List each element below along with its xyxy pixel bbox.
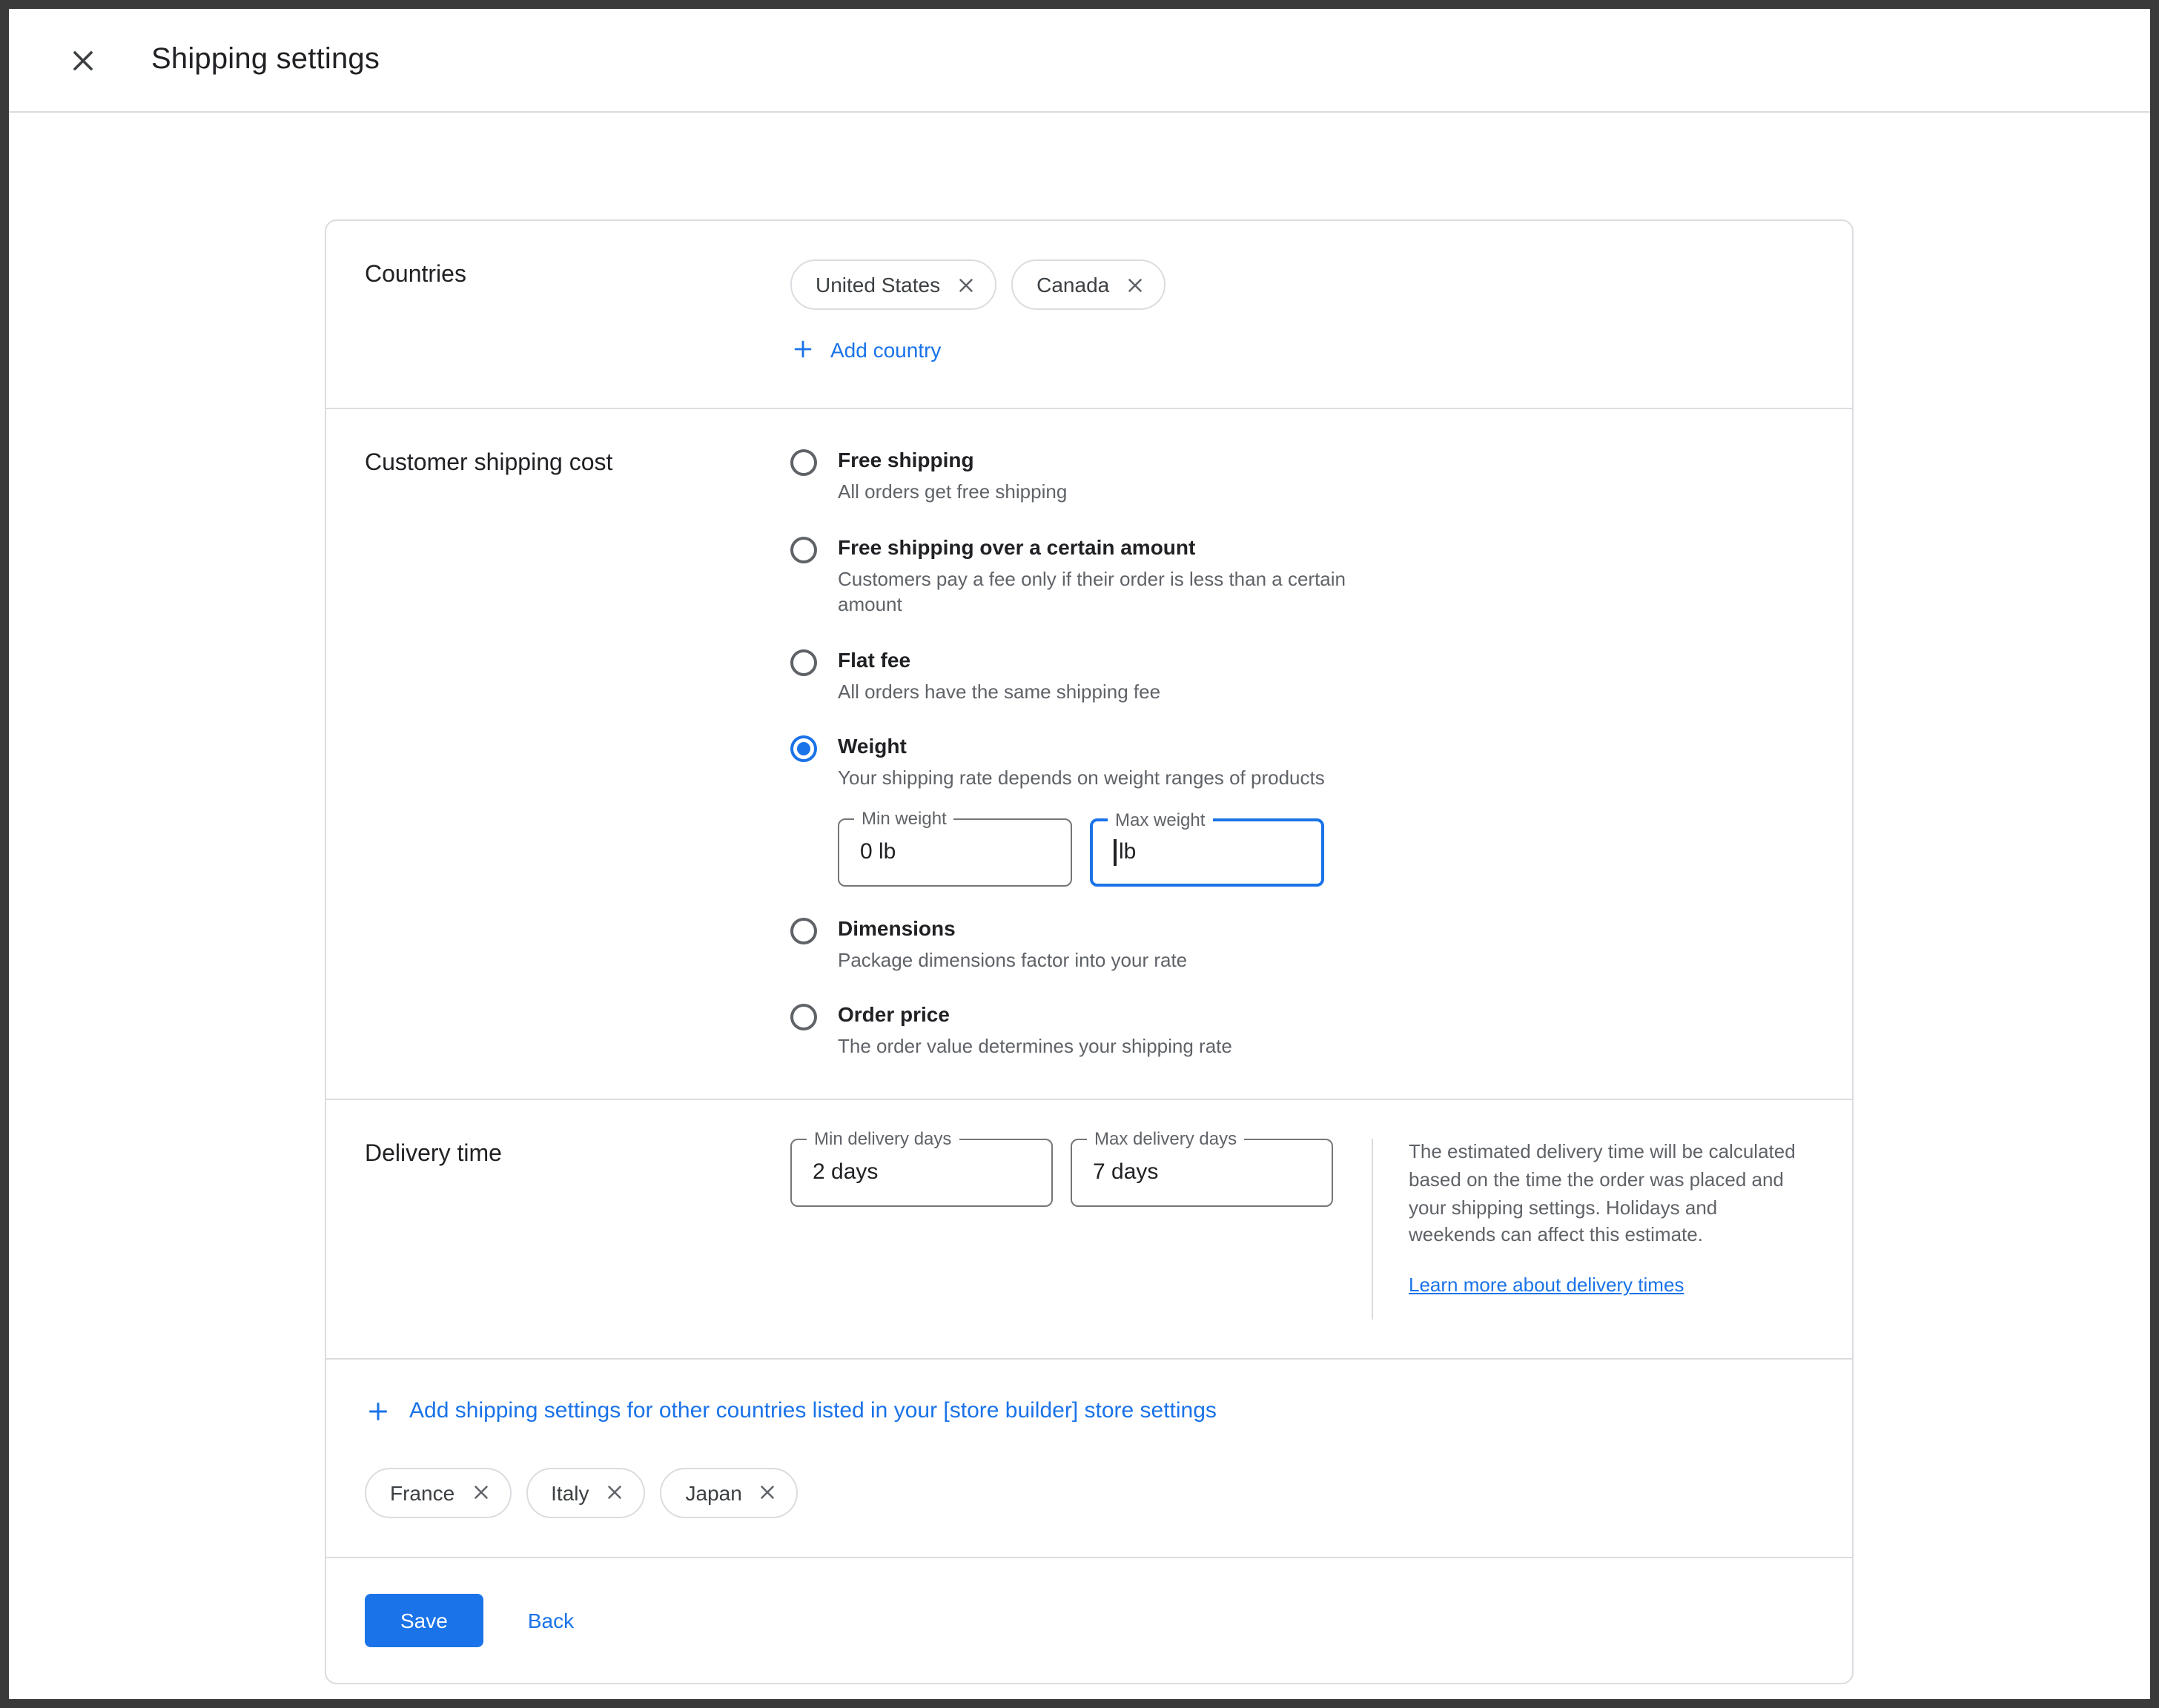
- option-title: Order price: [838, 1003, 1232, 1027]
- radio-icon[interactable]: [790, 917, 817, 944]
- other-country-chip-row: France Italy Japan: [365, 1468, 1814, 1518]
- shipping-settings-dialog: Shipping settings Countries United State…: [0, 0, 2159, 1708]
- max-weight-value: lb: [1119, 839, 1136, 864]
- dialog-title: Shipping settings: [151, 43, 380, 77]
- dialog-footer: Save Back: [326, 1557, 1852, 1683]
- radio-option-flat-fee[interactable]: Flat fee All orders have the same shippi…: [790, 647, 1814, 704]
- radio-icon-selected[interactable]: [790, 735, 817, 762]
- radio-option-dimensions[interactable]: Dimensions Package dimensions factor int…: [790, 916, 1814, 973]
- chip-japan[interactable]: Japan: [661, 1468, 799, 1518]
- add-country-button[interactable]: Add country: [790, 337, 941, 362]
- option-title: Flat fee: [838, 647, 1160, 671]
- max-delivery-days-input[interactable]: [1093, 1160, 1311, 1185]
- chip-label: Italy: [551, 1481, 589, 1505]
- add-other-countries-button[interactable]: Add shipping settings for other countrie…: [365, 1398, 1217, 1425]
- close-icon[interactable]: [53, 30, 113, 90]
- radio-icon[interactable]: [790, 1004, 817, 1031]
- option-description: The order value determines your shipping…: [838, 1034, 1232, 1060]
- text-caret: [1114, 838, 1116, 865]
- radio-icon[interactable]: [790, 649, 817, 675]
- delivery-time-label: Delivery time: [365, 1139, 790, 1320]
- option-title: Dimensions: [838, 916, 1187, 939]
- chip-label: Japan: [686, 1481, 742, 1505]
- chip-canada[interactable]: Canada: [1011, 259, 1166, 310]
- add-other-countries-label: Add shipping settings for other countrie…: [409, 1399, 1217, 1424]
- plus-icon: [790, 337, 816, 362]
- shipping-cost-section: Customer shipping cost Free shipping All…: [326, 408, 1852, 1099]
- chip-italy[interactable]: Italy: [526, 1468, 645, 1518]
- countries-label: Countries: [365, 259, 790, 369]
- max-weight-label: Max weight: [1108, 809, 1212, 830]
- chip-france[interactable]: France: [365, 1468, 511, 1518]
- option-description: All orders get free shipping: [838, 479, 1067, 505]
- option-title: Weight: [838, 734, 1325, 758]
- radio-icon[interactable]: [790, 536, 817, 563]
- min-weight-field[interactable]: Min weight: [838, 818, 1072, 886]
- shipping-cost-label: Customer shipping cost: [365, 448, 790, 1060]
- remove-country-icon[interactable]: [757, 1482, 779, 1504]
- option-title: Free shipping: [838, 448, 1067, 471]
- min-delivery-days-field[interactable]: Min delivery days: [790, 1139, 1053, 1207]
- option-description: All orders have the same shipping fee: [838, 678, 1160, 704]
- chip-united-states[interactable]: United States: [790, 259, 996, 310]
- delivery-helper-panel: The estimated delivery time will be calc…: [1372, 1139, 1805, 1320]
- option-description: Package dimensions factor into your rate: [838, 947, 1187, 973]
- country-chip-row: United States Canada: [790, 259, 1814, 310]
- back-button[interactable]: Back: [528, 1609, 574, 1632]
- countries-section: Countries United States Canada: [326, 221, 1852, 408]
- remove-country-icon[interactable]: [604, 1482, 626, 1504]
- add-country-label: Add country: [830, 337, 941, 361]
- min-weight-input[interactable]: [860, 839, 1050, 864]
- delivery-time-section: Delivery time Min delivery days Max deli…: [326, 1099, 1852, 1358]
- chip-label: Canada: [1036, 273, 1109, 297]
- remove-country-icon[interactable]: [469, 1482, 492, 1504]
- max-weight-field[interactable]: Max weight lb: [1090, 818, 1324, 886]
- radio-option-free-over-amount[interactable]: Free shipping over a certain amount Cust…: [790, 534, 1814, 618]
- max-delivery-days-label: Max delivery days: [1087, 1128, 1244, 1149]
- radio-icon[interactable]: [790, 449, 817, 476]
- dialog-header: Shipping settings: [9, 9, 2150, 113]
- other-countries-section: Add shipping settings for other countrie…: [326, 1358, 1852, 1557]
- delivery-times-link[interactable]: Learn more about delivery times: [1409, 1274, 1684, 1296]
- remove-country-icon[interactable]: [955, 274, 977, 296]
- chip-label: France: [390, 1481, 454, 1505]
- option-title: Free shipping over a certain amount: [838, 534, 1349, 558]
- radio-option-weight[interactable]: Weight Your shipping rate depends on wei…: [790, 734, 1814, 886]
- chip-label: United States: [816, 273, 940, 297]
- weight-range-fields: Min weight Max weight lb: [838, 818, 1325, 886]
- min-delivery-days-label: Min delivery days: [807, 1128, 959, 1149]
- plus-icon: [365, 1398, 391, 1425]
- option-description: Your shipping rate depends on weight ran…: [838, 765, 1325, 791]
- settings-card: Countries United States Canada: [325, 219, 1854, 1684]
- max-delivery-days-field[interactable]: Max delivery days: [1071, 1139, 1333, 1207]
- min-weight-label: Min weight: [854, 807, 954, 828]
- save-button[interactable]: Save: [365, 1594, 483, 1647]
- radio-option-order-price[interactable]: Order price The order value determines y…: [790, 1003, 1814, 1060]
- delivery-days-fields: Min delivery days Max delivery days: [790, 1139, 1333, 1207]
- delivery-helper-text: The estimated delivery time will be calc…: [1409, 1139, 1797, 1251]
- min-delivery-days-input[interactable]: [813, 1160, 1031, 1185]
- option-description: Customers pay a fee only if their order …: [838, 566, 1349, 618]
- radio-option-free-shipping[interactable]: Free shipping All orders get free shippi…: [790, 448, 1814, 505]
- remove-country-icon[interactable]: [1124, 274, 1146, 296]
